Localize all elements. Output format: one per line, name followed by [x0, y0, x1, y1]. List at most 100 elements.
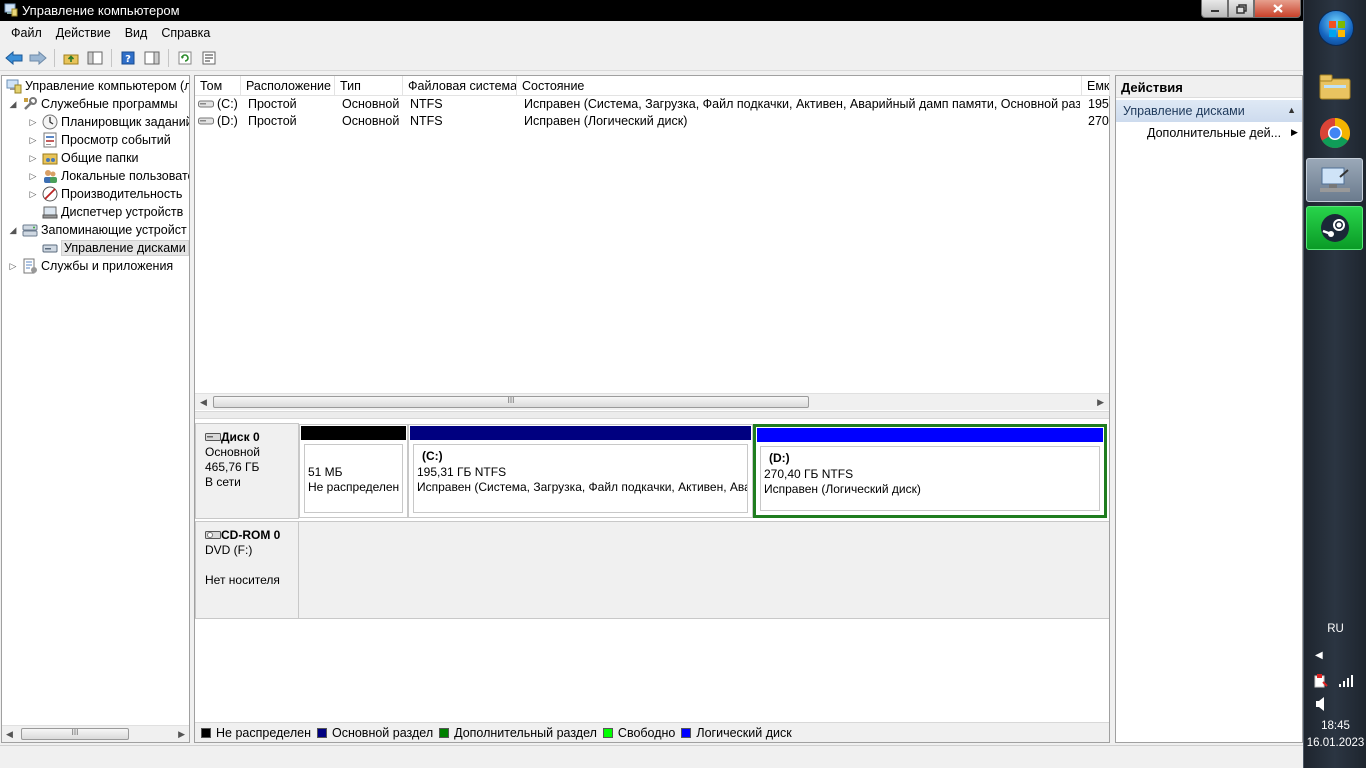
taskbar: RU ◀ 18:45 16.01.2023 [1303, 0, 1366, 768]
tree-item-event-viewer[interactable]: ▷ Просмотр событий [28, 131, 171, 149]
back-button[interactable] [3, 47, 25, 69]
status-bar [0, 745, 1303, 768]
scroll-thumb[interactable]: III [21, 728, 129, 740]
properties-icon [202, 51, 216, 64]
partition-color-bar [757, 428, 1103, 442]
tree-item-storage[interactable]: ◢ Запоминающие устройст [8, 221, 187, 239]
language-indicator[interactable]: RU [1304, 623, 1366, 635]
tree-item-task-scheduler[interactable]: ▷ Планировщик заданий [28, 113, 189, 131]
forward-button[interactable] [27, 47, 49, 69]
column-header-filesystem[interactable]: Файловая система [403, 76, 517, 96]
menu-action[interactable]: Действие [49, 24, 118, 42]
clock-time[interactable]: 18:45 [1304, 720, 1366, 732]
help-icon: ? [121, 51, 135, 65]
disk0-size: 465,76 ГБ [205, 460, 260, 474]
action-center-icon[interactable] [1313, 673, 1329, 689]
expand-arrow-icon[interactable]: ▷ [28, 189, 38, 200]
volume-icon[interactable] [1314, 696, 1328, 712]
column-header-layout[interactable]: Расположение [241, 76, 335, 96]
computer-management-icon [1319, 167, 1350, 192]
help-button[interactable]: ? [117, 47, 139, 69]
filesystem-cell: NTFS [410, 97, 443, 111]
show-hide-action-pane-button[interactable] [141, 47, 163, 69]
show-hide-tree-button[interactable] [84, 47, 106, 69]
expand-arrow-icon[interactable]: ▷ [28, 153, 38, 164]
expand-arrow-icon[interactable]: ▷ [28, 117, 38, 128]
scroll-left-icon[interactable]: ◀ [6, 729, 13, 740]
pane-splitter[interactable] [195, 411, 1109, 419]
cdrom0-name-row: CD-ROM 0 [205, 528, 298, 543]
title-bar[interactable]: Управление компьютером [0, 0, 1303, 21]
refresh-button[interactable] [174, 47, 196, 69]
restore-button[interactable] [1228, 0, 1254, 18]
collapse-arrow-icon[interactable]: ◢ [8, 225, 18, 236]
column-header-capacity[interactable]: Емк [1082, 76, 1110, 96]
folder-icon [1319, 74, 1350, 100]
show-hidden-icons-icon[interactable]: ◀ [1315, 650, 1323, 661]
cdrom0-empty-area[interactable] [299, 521, 1109, 619]
steam-icon [1320, 214, 1349, 242]
scroll-thumb[interactable]: III [213, 396, 809, 408]
tree-horizontal-scrollbar[interactable]: ◀ III ▶ [2, 725, 189, 742]
partition-name: (D:) [769, 451, 790, 465]
network-icon[interactable] [1338, 675, 1354, 687]
menu-help[interactable]: Справка [154, 24, 217, 42]
refresh-icon [178, 51, 192, 64]
disk0-label[interactable]: Диск 0 Основной 465,76 ГБ В сети [195, 423, 299, 519]
menu-file[interactable]: Файл [4, 24, 49, 42]
taskbar-chrome[interactable] [1306, 111, 1363, 155]
taskbar-steam[interactable] [1306, 206, 1363, 250]
partition-size: 195,31 ГБ NTFS [417, 464, 507, 479]
volume-row[interactable]: (D:) Простой Основной NTFS Исправен (Лог… [195, 113, 1109, 130]
legend-item-free: Свободно [602, 726, 675, 740]
tree-item-label: Производительность [61, 187, 183, 201]
properties-button[interactable] [198, 47, 220, 69]
status-cell: Исправен (Логический диск) [524, 114, 688, 128]
tree-item-disk-management[interactable]: Управление дисками [28, 239, 189, 257]
tree-item-computer-management[interactable]: Управление компьютером (л [6, 77, 190, 95]
partition-unallocated[interactable]: 51 МБ Не распределен [299, 424, 408, 518]
clock-date[interactable]: 16.01.2023 [1304, 737, 1366, 749]
expand-arrow-icon[interactable]: ▷ [8, 261, 18, 272]
expand-arrow-icon[interactable]: ▷ [28, 135, 38, 146]
scroll-left-icon[interactable]: ◀ [200, 397, 207, 408]
tree-item-performance[interactable]: ▷ Производительность [28, 185, 182, 203]
users-icon [44, 170, 57, 183]
legend-swatch [316, 727, 327, 738]
disk-graphical-view: Диск 0 Основной 465,76 ГБ В сети 51 МБ Н… [195, 420, 1109, 722]
tree-item-device-manager[interactable]: Диспетчер устройств [28, 203, 183, 221]
minimize-button[interactable] [1201, 0, 1228, 18]
volume-list-horizontal-scrollbar[interactable]: ◀ III ▶ [195, 393, 1109, 410]
taskbar-explorer[interactable] [1306, 64, 1363, 108]
scroll-right-icon[interactable]: ▶ [178, 729, 185, 740]
partition-c[interactable]: (C:) 195,31 ГБ NTFS Исправен (Система, З… [408, 424, 753, 518]
column-header-type[interactable]: Тип [335, 76, 403, 96]
menu-view[interactable]: Вид [118, 24, 155, 42]
column-header-volume[interactable]: Том [195, 76, 241, 96]
actions-section-disk-management[interactable]: Управление дисками ▲ [1116, 100, 1302, 122]
collapse-section-icon[interactable]: ▲ [1287, 105, 1296, 115]
up-one-level-button[interactable] [60, 47, 82, 69]
cdrom0-label[interactable]: CD-ROM 0 DVD (F:) Нет носителя [195, 521, 299, 619]
scroll-right-icon[interactable]: ▶ [1097, 397, 1104, 408]
column-header-status[interactable]: Состояние [517, 76, 1082, 96]
window-title: Управление компьютером [22, 3, 180, 18]
collapse-arrow-icon[interactable]: ◢ [8, 99, 18, 110]
action-pane-icon [144, 51, 160, 64]
services-icon [23, 258, 37, 274]
tree-item-shared-folders[interactable]: ▷ Общие папки [28, 149, 139, 167]
close-button[interactable] [1254, 0, 1301, 18]
tree-item-system-tools[interactable]: ◢ Служебные программы [8, 95, 178, 113]
tree-item-label: Служебные программы [41, 97, 178, 111]
tree-item-local-users[interactable]: ▷ Локальные пользовате [28, 167, 189, 185]
restore-icon [1235, 3, 1247, 14]
start-button[interactable] [1318, 10, 1354, 46]
layout-cell: Простой [248, 97, 297, 111]
more-actions-item[interactable]: Дополнительные дей... ▶ [1147, 126, 1298, 140]
volume-row[interactable]: (C:) Простой Основной NTFS Исправен (Сис… [195, 96, 1109, 113]
expand-arrow-icon[interactable]: ▷ [28, 171, 38, 182]
tree-item-services-apps[interactable]: ▷ Службы и приложения [8, 257, 173, 275]
tree-item-label: Управление компьютером (л [25, 79, 190, 93]
taskbar-computer-management[interactable] [1306, 158, 1363, 202]
partition-d[interactable]: (D:) 270,40 ГБ NTFS Исправен (Логический… [753, 424, 1107, 518]
